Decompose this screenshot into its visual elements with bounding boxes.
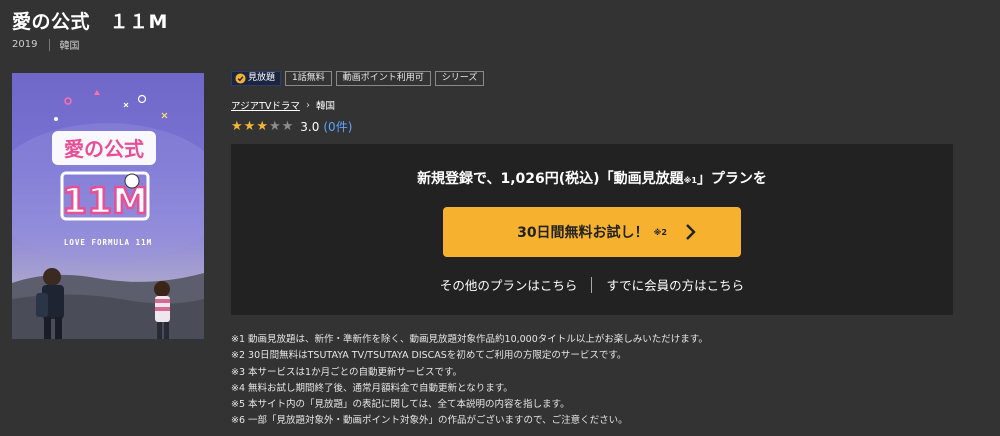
promo-note-mark: ※1 <box>683 176 697 185</box>
badge-free-episode: 1話無料 <box>285 71 332 86</box>
link-divider <box>591 276 593 293</box>
footnote: ※5 本サイト内の「見放題」の表記に関しては、全て本説明の内容を指します。 <box>231 399 570 411</box>
rating-stars: ★ ★ ★ ★ ★ <box>231 118 294 134</box>
rating-score: 3.0 <box>300 119 320 134</box>
breadcrumb: アジアTVドラマ › 韓国 <box>231 98 335 113</box>
poster-artwork: 愛の公式 11M LOVE FORMULA 11M <box>12 90 204 339</box>
signup-panel: 新規登録で、1,026円(税込)「動画見放題※1」プランを 30日間無料お試し！… <box>231 144 953 315</box>
review-count-link[interactable]: (0件) <box>323 118 352 135</box>
promo-text-main: 新規登録で、1,026円(税込)「動画見放題 <box>417 171 684 187</box>
breadcrumb-sub: 韓国 <box>315 101 335 112</box>
footnote: ※3 本サービスは1か月ごとの自動更新サービスです。 <box>231 366 463 378</box>
star-filled-icon: ★ <box>256 118 268 134</box>
free-trial-note: ※2 <box>653 227 667 237</box>
poster-subtitle: LOVE FORMULA 11M <box>64 238 152 247</box>
title-meta: 2019 韓国 <box>12 37 79 52</box>
footnote: ※2 30日間無料はTSUTAYA TV/TSUTAYA DISCASを初めてご… <box>231 350 627 362</box>
page: 愛の公式 １１M 2019 韓国 愛の公式 11M LOVE FORMULA 1… <box>0 0 1000 436</box>
promo-text-end: 」プランを <box>696 171 767 187</box>
release-year: 2019 <box>12 39 38 50</box>
plan-links: その他のプランはこちら すでに会員の方はこちら <box>231 275 953 294</box>
poster-image: 愛の公式 11M LOVE FORMULA 11M <box>12 73 204 339</box>
footnotes: ※1 動画見放題は、新作・準新作を除く、動画見放題対象作品約10,000タイトル… <box>231 332 708 430</box>
free-trial-label: 30日間無料お試し！ <box>517 225 649 241</box>
star-empty-icon: ★ <box>268 118 281 134</box>
star-empty-icon: ★ <box>281 118 294 134</box>
badge-points: 動画ポイント利用可 <box>335 71 431 86</box>
poster-logo-text: 愛の公式 <box>64 137 144 161</box>
badge-unlimited-label: 見放題 <box>248 73 276 83</box>
country: 韓国 <box>59 41 80 52</box>
chevron-right-icon <box>686 224 696 240</box>
breadcrumb-category-link[interactable]: アジアTVドラマ <box>231 98 300 112</box>
badge-series: シリーズ <box>434 71 485 86</box>
footnote: ※4 無料お試し期間終了後、通常月額料金で自動更新となります。 <box>231 382 513 394</box>
footnote: ※1 動画見放題は、新作・準新作を除く、動画見放題対象作品約10,000タイトル… <box>231 334 708 345</box>
page-title: 愛の公式 １１M <box>12 11 168 33</box>
badge-row: 見放題 1話無料 動画ポイント利用可 シリーズ <box>231 71 485 86</box>
other-plans-link[interactable]: その他のプランはこちら <box>440 275 578 294</box>
star-filled-icon: ★ <box>231 118 243 134</box>
rating: ★ ★ ★ ★ ★ 3.0 (0件) <box>231 118 352 135</box>
meta-divider <box>49 38 51 51</box>
star-filled-icon: ★ <box>243 118 256 134</box>
chevron-right-icon: › <box>305 99 310 111</box>
promo-text: 新規登録で、1,026円(税込)「動画見放題※1」プランを <box>231 168 953 188</box>
badge-unlimited: 見放題 <box>231 71 282 86</box>
footnote: ※6 一部「見放題対象外・動画ポイント対象外」の作品がございますので、ご注意くだ… <box>231 415 628 427</box>
unlimited-badge-icon <box>235 73 246 84</box>
free-trial-button[interactable]: 30日間無料お試し！ ※2 <box>443 207 741 257</box>
member-login-link[interactable]: すでに会員の方はこちら <box>606 275 744 294</box>
